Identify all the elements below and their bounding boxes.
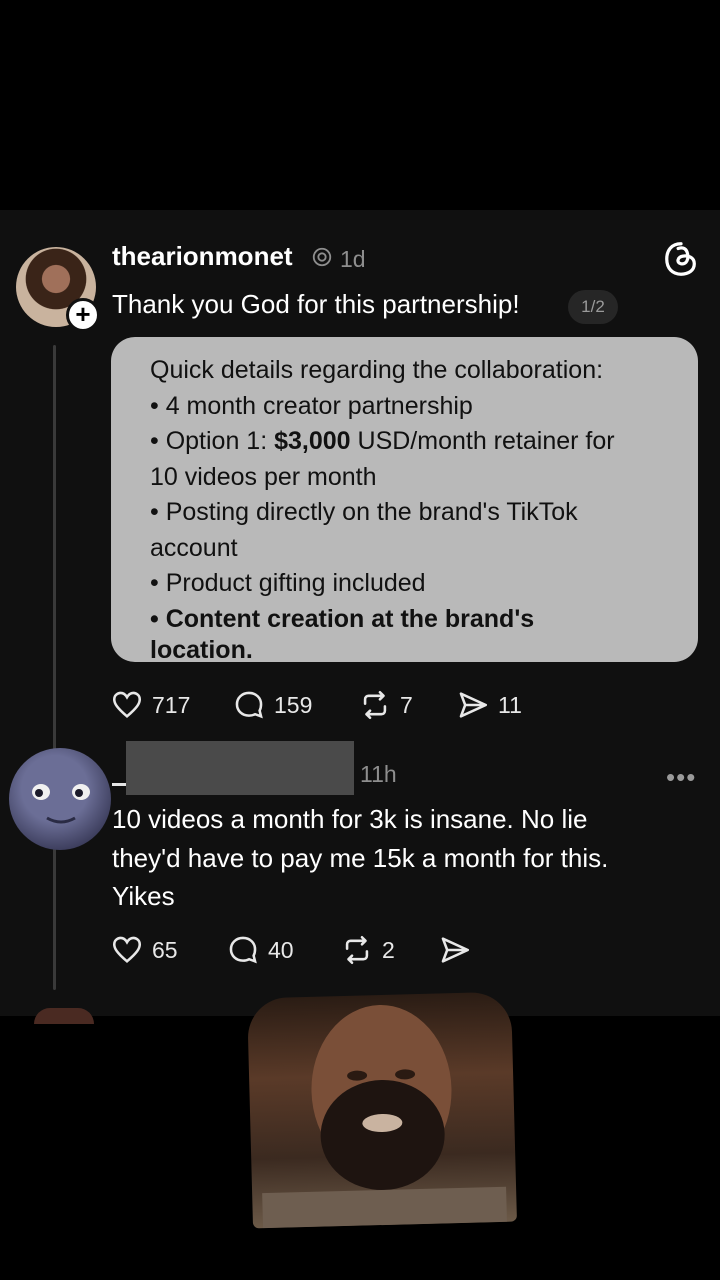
card-line-bold: • Content creation at the brand's [150, 604, 535, 633]
repost-button[interactable]: 7 [358, 688, 413, 722]
post-page-indicator: 1/2 [568, 290, 618, 324]
follow-plus-icon[interactable]: + [66, 298, 100, 332]
reply-like-count: 65 [152, 936, 178, 963]
reply-avatar[interactable] [9, 748, 111, 850]
card-line: 10 videos per month [150, 462, 377, 491]
speech-bubble-icon [235, 691, 263, 719]
send-icon [441, 937, 470, 963]
card-heading: Quick details regarding the collaboratio… [150, 356, 604, 384]
reply-comment-button[interactable]: 40 [226, 933, 294, 967]
card-line-bold: location. [150, 636, 253, 662]
repost-icon [345, 935, 369, 965]
card-line-text: • Option 1: [150, 427, 275, 455]
like-button[interactable]: 717 [110, 688, 190, 722]
card-line: account [150, 533, 238, 562]
share-count: 11 [498, 691, 522, 718]
reply-text-line: Yikes [112, 881, 175, 911]
reply-comment-count: 40 [268, 936, 294, 963]
reply-like-button[interactable]: 65 [110, 933, 178, 967]
threads-logo-icon[interactable] [662, 240, 700, 278]
like-count: 717 [152, 691, 191, 718]
reply-username-fragment [112, 783, 126, 786]
repost-icon [363, 690, 387, 720]
card-price: $3,000 [274, 427, 351, 455]
comment-button[interactable]: 159 [232, 688, 312, 722]
card-line-text: USD/month retainer for [350, 427, 615, 455]
reply-repost-count: 2 [382, 936, 395, 963]
reply-text-line: they'd have to pay me 15k a month for th… [112, 842, 609, 873]
post-text: Thank you God for this partnership! [112, 289, 520, 319]
speech-bubble-icon [229, 936, 257, 964]
heart-icon [112, 936, 142, 964]
more-options-icon[interactable]: ••• [666, 762, 696, 793]
creator-video-overlay [247, 991, 517, 1229]
next-reply-avatar [34, 1008, 94, 1024]
reply-text-line: 10 videos a month for 3k is insane. No l… [112, 804, 588, 834]
reply-repost-button[interactable]: 2 [340, 933, 395, 967]
post-image-card[interactable]: Quick details regarding the collaboratio… [111, 337, 698, 662]
card-line: • Posting directly on the brand's TikTok [150, 498, 578, 526]
card-line: • 4 month creator partnership [150, 391, 473, 420]
verified-badge-icon [312, 247, 332, 267]
reply-share-button[interactable] [438, 933, 472, 967]
thread-connector-line [53, 345, 56, 990]
card-line: • Product gifting included [150, 569, 426, 597]
reply-text: 10 videos a month for 3k is insane. No l… [112, 800, 692, 916]
redacted-username [126, 741, 354, 795]
heart-icon [112, 691, 142, 719]
post-time: 1d [340, 246, 366, 272]
repost-count: 7 [400, 691, 413, 718]
reply-time: 11h [360, 761, 397, 787]
share-button[interactable]: 11 [456, 688, 522, 722]
comment-count: 159 [274, 691, 313, 718]
send-icon [459, 692, 488, 718]
person-face-graphic [262, 1005, 507, 1229]
post-username[interactable]: thearionmonet [112, 241, 293, 272]
moon-face-icon [32, 784, 90, 824]
card-line: • Option 1: $3,000 USD/month retainer fo… [150, 424, 672, 460]
